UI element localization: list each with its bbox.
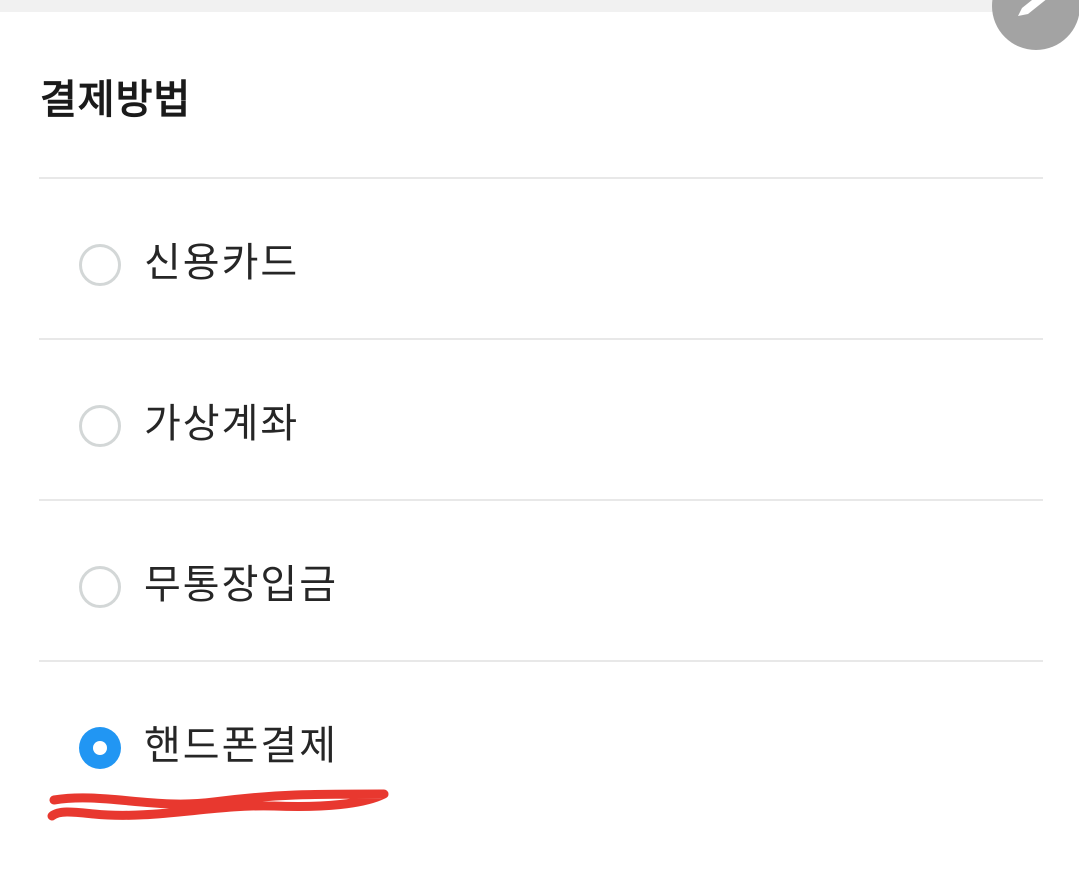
payment-option-virtual-account[interactable]: 가상계좌 <box>39 338 1043 499</box>
radio-button[interactable] <box>79 405 121 447</box>
radio-button[interactable] <box>79 566 121 608</box>
payment-option-bank-transfer[interactable]: 무통장입금 <box>39 499 1043 660</box>
top-strip <box>0 0 1079 12</box>
option-label: 가상계좌 <box>144 401 300 447</box>
payment-options: 신용카드 가상계좌 무통장입금 핸드폰결제 <box>39 177 1043 821</box>
pencil-icon <box>1018 0 1046 16</box>
payment-option-credit-card[interactable]: 신용카드 <box>39 177 1043 338</box>
radio-button-selected[interactable] <box>79 727 121 769</box>
edit-fab-button[interactable] <box>992 0 1079 50</box>
section-title: 결제방법 <box>40 77 192 123</box>
radio-button[interactable] <box>79 244 121 286</box>
red-underline-annotation <box>47 789 389 821</box>
option-label: 핸드폰결제 <box>144 723 338 769</box>
option-label: 무통장입금 <box>144 562 338 608</box>
payment-method-screen: 결제방법 신용카드 가상계좌 무통장입금 핸드폰결제 <box>0 0 1079 872</box>
option-label: 신용카드 <box>144 240 300 286</box>
